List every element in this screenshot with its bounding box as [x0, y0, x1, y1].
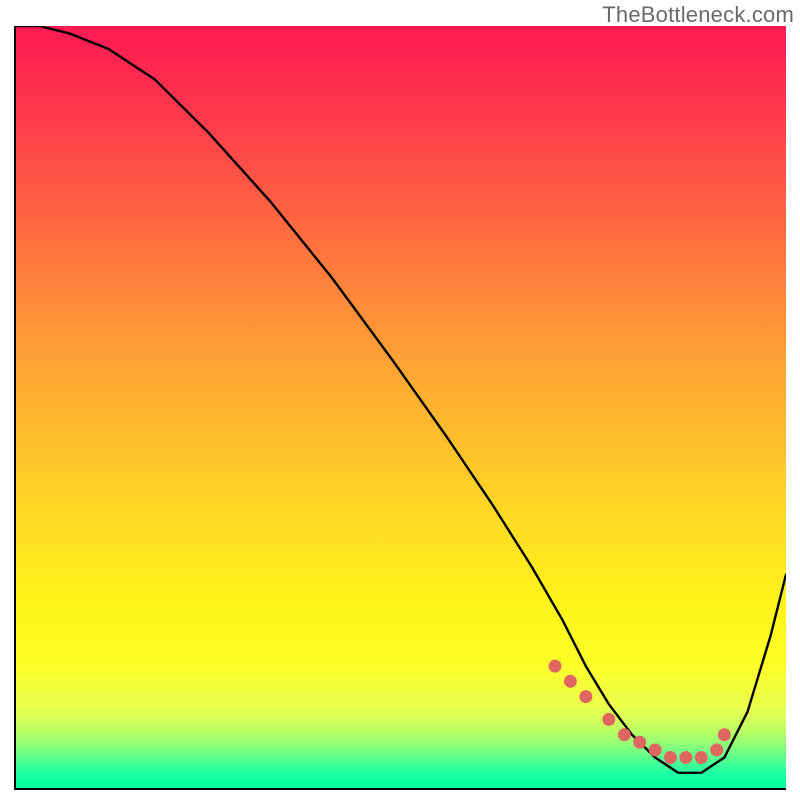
chart-frame: TheBottleneck.com [0, 0, 800, 800]
highlight-dot [564, 675, 577, 688]
curve-layer [16, 26, 786, 788]
highlight-dots [549, 660, 731, 764]
highlight-dot [718, 728, 731, 741]
highlight-dot [579, 690, 592, 703]
bottleneck-curve [16, 26, 786, 773]
highlight-dot [679, 751, 692, 764]
highlight-dot [664, 751, 677, 764]
watermark-text: TheBottleneck.com [602, 2, 794, 28]
highlight-dot [549, 660, 562, 673]
highlight-dot [649, 743, 662, 756]
highlight-dot [633, 736, 646, 749]
plot-area [14, 26, 786, 790]
highlight-dot [602, 713, 615, 726]
highlight-dot [710, 743, 723, 756]
highlight-dot [695, 751, 708, 764]
highlight-dot [618, 728, 631, 741]
